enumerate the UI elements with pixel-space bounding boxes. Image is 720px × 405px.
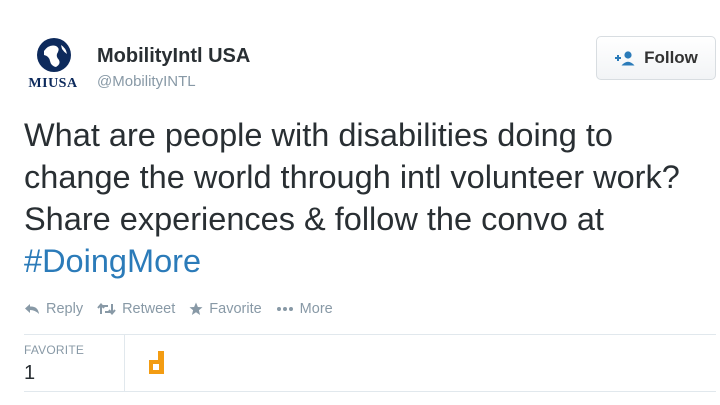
retweet-button[interactable]: Retweet — [97, 301, 175, 317]
favorite-button[interactable]: Favorite — [189, 301, 262, 317]
tweet-body: What are people with disabilities doing … — [24, 117, 680, 237]
retweet-label: Retweet — [122, 301, 176, 317]
account-handle[interactable]: @MobilityINTL — [97, 73, 196, 90]
stats-bottom-divider — [24, 391, 716, 392]
retweet-icon — [97, 303, 116, 315]
add-user-icon — [615, 51, 635, 66]
hashtag-link[interactable]: #DoingMore — [24, 243, 201, 279]
more-button[interactable]: More — [276, 301, 333, 317]
more-label: More — [299, 301, 333, 317]
favoriter-avatar[interactable] — [140, 346, 172, 378]
more-dots-icon — [276, 307, 293, 311]
account-name[interactable]: MobilityIntl USA — [97, 45, 250, 68]
reply-button[interactable]: Reply — [24, 301, 83, 317]
reply-icon — [25, 304, 39, 314]
follow-button[interactable]: Follow — [596, 36, 716, 80]
reply-label: Reply — [46, 301, 84, 317]
star-icon — [189, 302, 203, 315]
stats-vertical-divider — [124, 335, 125, 391]
favorite-stat-label: FAVORITE — [24, 343, 85, 357]
globe-logo-icon — [37, 38, 71, 72]
avatar-logo-text: MIUSA — [28, 76, 78, 91]
favorite-count[interactable]: 1 — [24, 362, 35, 385]
tweet-text: What are people with disabilities doing … — [24, 114, 714, 282]
tweet-actions: Reply Retweet Favorite More — [24, 301, 347, 317]
follow-button-label: Follow — [644, 48, 698, 67]
favorite-label: Favorite — [209, 301, 262, 317]
stats-top-divider — [24, 334, 716, 335]
account-avatar[interactable]: MIUSA — [22, 36, 84, 94]
